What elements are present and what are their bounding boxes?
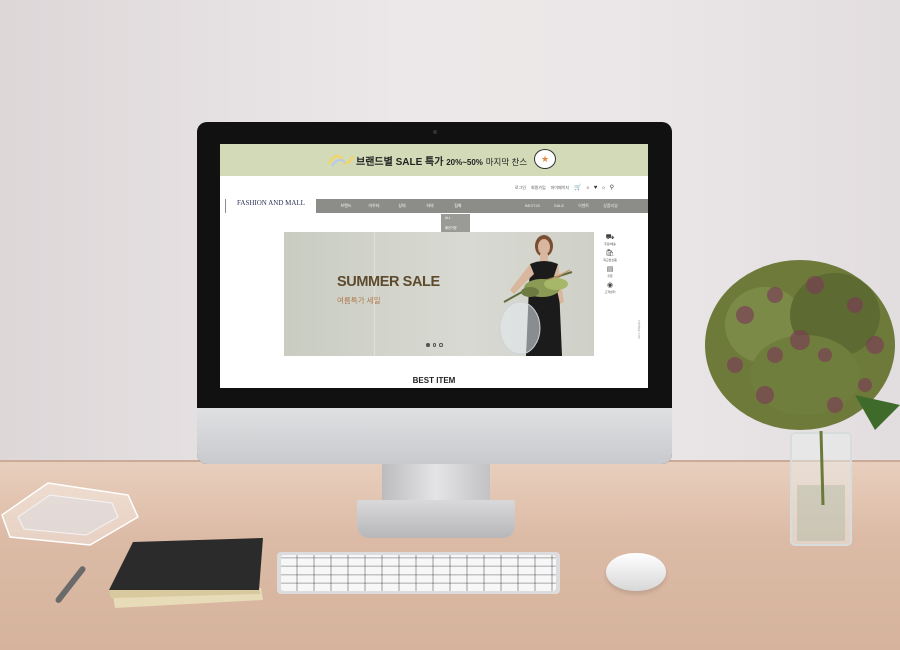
- side-vertical-text[interactable]: 고객센터 TOP: [637, 320, 641, 339]
- slider-dot[interactable]: [432, 343, 436, 347]
- nav-menu: 브랜드 아우터 상의 하의 잡화: [332, 203, 472, 209]
- nav-item-goods[interactable]: 잡화: [444, 203, 472, 209]
- hero-title: SUMMER SALE: [337, 274, 440, 290]
- website-screen: 브랜드별 SALE 특가 20%~50% 마지막 찬스 ★ 로그인 회원가입 마…: [220, 144, 648, 388]
- model-with-bouquet-image: [499, 235, 573, 356]
- notebook: [109, 538, 263, 608]
- login-link[interactable]: 로그인: [515, 185, 526, 191]
- mypage-link[interactable]: 마이페이지: [551, 185, 569, 191]
- nav-item-event[interactable]: 이벤트: [578, 203, 589, 209]
- nav-item-bottom[interactable]: 하의: [416, 203, 444, 209]
- keyboard-keys: [281, 555, 556, 591]
- nav-item-outer[interactable]: 아우터: [360, 203, 388, 209]
- star-bubble-icon: ★: [534, 149, 556, 169]
- imac-chin: [197, 408, 672, 464]
- signup-link[interactable]: 회원가입: [531, 185, 546, 191]
- imac-stand-foot: [357, 500, 515, 538]
- dropdown-item[interactable]: ALL: [441, 214, 470, 223]
- quick-label: 고객센터: [604, 290, 616, 294]
- utility-links: 로그인 회원가입 마이페이지 🛒 0 ♥ 0 ⚲: [515, 184, 614, 192]
- bag-icon[interactable]: 🛍: [600, 250, 620, 258]
- nav-right-menu: BEST20 SALE 이벤트 상품리뷰: [525, 203, 632, 209]
- nav-item-review[interactable]: 상품리뷰: [603, 203, 618, 209]
- headset-icon[interactable]: ◉: [600, 282, 620, 290]
- search-icon[interactable]: ⚲: [610, 184, 614, 191]
- mouse: [606, 553, 666, 591]
- hero-subtitle: 여름특가 세일: [337, 296, 381, 305]
- heart-icon[interactable]: ♥: [594, 185, 598, 191]
- cart-count: 0: [586, 185, 589, 190]
- slider-dots: [426, 343, 443, 347]
- best-item-heading: BEST ITEM: [412, 376, 456, 385]
- nav-item-brand[interactable]: 브랜드: [332, 203, 360, 209]
- coupon-icon[interactable]: ▤: [600, 266, 620, 274]
- camera-dot: [433, 130, 437, 134]
- quick-label: 쿠폰: [607, 274, 613, 278]
- cart-icon[interactable]: 🛒: [574, 184, 581, 191]
- ribbon-decoration-icon: [328, 154, 354, 167]
- promo-chance: 마지막 찬스: [485, 157, 528, 167]
- hero-slider[interactable]: SUMMER SALE 여름특가 세일: [284, 232, 594, 356]
- quick-label: 최근본상품: [603, 258, 617, 262]
- imac-stand: [382, 464, 490, 504]
- top-promo-banner[interactable]: 브랜드별 SALE 특가 20%~50% 마지막 찬스 ★: [220, 144, 648, 176]
- quick-label: 주문/배송: [604, 242, 616, 246]
- hydrangea-vase: [705, 260, 900, 546]
- wish-count: 0: [602, 185, 605, 190]
- site-logo[interactable]: FASHION AND MALL: [226, 197, 316, 213]
- nav-item-best20[interactable]: BEST20: [525, 203, 540, 209]
- hero-divider: [374, 232, 375, 356]
- promo-percent: 20%~50%: [446, 158, 483, 167]
- promo-prefix: 브랜드별 SALE 특가: [356, 157, 444, 168]
- nav-item-sale[interactable]: SALE: [554, 203, 564, 209]
- truck-icon[interactable]: ⛟: [600, 234, 620, 242]
- slider-dot[interactable]: [439, 343, 443, 347]
- quick-menu: ⛟ 주문/배송 🛍 최근본상품 ▤ 쿠폰 ◉ 고객센터: [600, 234, 620, 298]
- slider-dot-active[interactable]: [426, 343, 430, 347]
- nav-item-top[interactable]: 상의: [388, 203, 416, 209]
- promo-text: 브랜드별 SALE 특가 20%~50% 마지막 찬스: [356, 153, 527, 168]
